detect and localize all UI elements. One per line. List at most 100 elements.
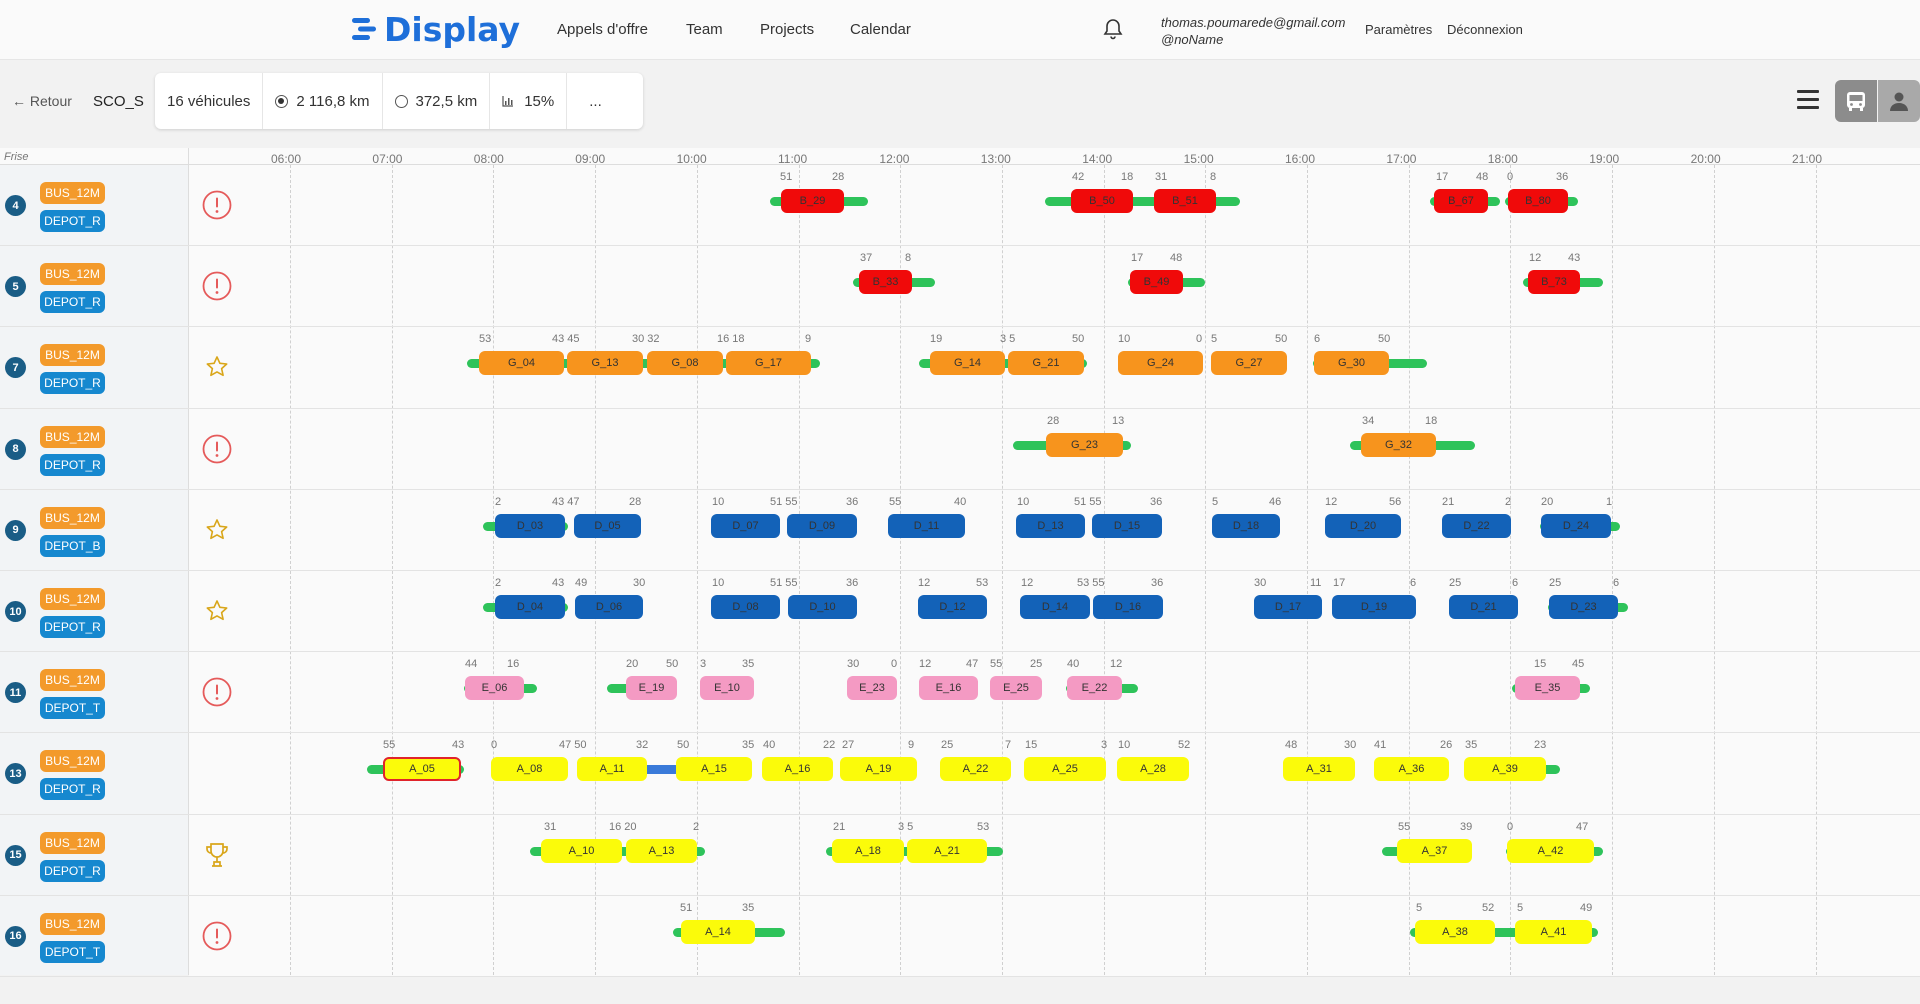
trip-block[interactable]: D_24 [1541, 513, 1611, 538]
alert-icon[interactable] [201, 189, 233, 221]
trip-block[interactable]: A_28 [1117, 757, 1189, 782]
trip-block[interactable]: E_23 [847, 676, 897, 701]
trip-block[interactable]: A_19 [840, 757, 917, 782]
bus-type-tag[interactable]: BUS_12M [40, 344, 105, 367]
depot-tag[interactable]: DEPOT_R [40, 453, 105, 476]
trip-block[interactable]: A_15 [676, 757, 752, 782]
km-total-option[interactable]: 2 116,8 km [263, 73, 383, 129]
trip-block[interactable]: A_22 [940, 757, 1011, 782]
bell-icon[interactable] [1103, 18, 1123, 40]
nav-link-calendar[interactable]: Calendar [850, 21, 911, 38]
alert-icon[interactable] [201, 433, 233, 465]
trip-block[interactable]: G_30 [1314, 351, 1389, 376]
nav-link-projects[interactable]: Projects [760, 21, 814, 38]
percentage-stat[interactable]: 15% [490, 73, 568, 129]
trip-block[interactable]: E_25 [990, 676, 1042, 701]
bus-type-tag[interactable]: BUS_12M [40, 506, 105, 529]
trip-block[interactable]: A_42 [1507, 838, 1594, 863]
trip-block[interactable]: A_13 [626, 838, 697, 863]
back-link[interactable]: ← Retour [12, 93, 72, 109]
trip-block[interactable]: A_05 [383, 757, 461, 782]
alert-icon[interactable] [201, 270, 233, 302]
trip-block[interactable]: A_08 [491, 757, 568, 782]
depot-tag[interactable]: DEPOT_R [40, 616, 105, 638]
trip-block[interactable]: D_16 [1093, 595, 1163, 619]
trip-block[interactable]: D_14 [1020, 595, 1090, 619]
bus-type-tag[interactable]: BUS_12M [40, 669, 105, 692]
trip-block[interactable]: D_03 [495, 513, 565, 538]
trip-block[interactable]: E_06 [465, 676, 524, 701]
trip-block[interactable]: D_05 [574, 513, 641, 538]
trip-block[interactable]: D_18 [1212, 513, 1280, 538]
trip-block[interactable]: B_73 [1528, 270, 1580, 295]
star-icon[interactable] [201, 595, 233, 627]
depot-tag[interactable]: DEPOT_R [40, 210, 105, 232]
bus-view-button[interactable] [1835, 80, 1877, 122]
bus-type-tag[interactable]: BUS_12M [40, 750, 105, 773]
bus-type-tag[interactable]: BUS_12M [40, 912, 105, 935]
trip-block[interactable]: G_14 [930, 351, 1005, 376]
trip-block[interactable]: G_32 [1361, 432, 1436, 457]
trip-block[interactable]: D_19 [1332, 595, 1416, 619]
trip-block[interactable]: D_21 [1449, 595, 1518, 619]
depot-tag[interactable]: DEPOT_T [40, 697, 105, 720]
trip-block[interactable]: A_37 [1397, 838, 1472, 863]
trip-block[interactable]: E_35 [1515, 676, 1580, 701]
depot-tag[interactable]: DEPOT_R [40, 778, 105, 801]
trip-block[interactable]: A_41 [1515, 919, 1592, 944]
trip-block[interactable]: D_23 [1549, 595, 1618, 619]
trip-block[interactable]: B_33 [859, 270, 912, 295]
trip-block[interactable]: D_20 [1325, 513, 1401, 538]
star-icon[interactable] [201, 351, 233, 383]
trip-block[interactable]: A_25 [1024, 757, 1106, 782]
trip-block[interactable]: A_16 [762, 757, 833, 782]
trip-block[interactable]: D_15 [1092, 513, 1162, 538]
trip-block[interactable]: G_08 [647, 351, 723, 376]
trip-block[interactable]: G_21 [1008, 351, 1084, 376]
trip-block[interactable]: A_21 [907, 838, 987, 863]
trip-block[interactable]: B_50 [1071, 189, 1133, 213]
trip-block[interactable]: G_24 [1118, 351, 1203, 376]
trip-block[interactable]: A_31 [1283, 757, 1355, 782]
trip-block[interactable]: A_18 [832, 838, 904, 863]
hamburger-menu-icon[interactable] [1797, 90, 1819, 110]
trip-block[interactable]: D_11 [888, 513, 965, 538]
trip-block[interactable]: D_06 [575, 595, 643, 619]
trip-block[interactable]: D_08 [711, 595, 780, 619]
nav-link-team[interactable]: Team [686, 21, 723, 38]
trip-block[interactable]: D_10 [788, 595, 857, 619]
trophy-icon[interactable] [201, 839, 233, 871]
more-button[interactable]: ... [567, 73, 624, 129]
depot-tag[interactable]: DEPOT_R [40, 372, 105, 395]
depot-tag[interactable]: DEPOT_R [40, 291, 105, 314]
bus-type-tag[interactable]: BUS_12M [40, 182, 105, 204]
trip-block[interactable]: E_22 [1067, 676, 1122, 701]
trip-block[interactable]: B_49 [1130, 270, 1183, 295]
depot-tag[interactable]: DEPOT_T [40, 940, 105, 963]
logout-link[interactable]: Déconnexion [1447, 22, 1523, 37]
trip-block[interactable]: D_09 [787, 513, 857, 538]
depot-tag[interactable]: DEPOT_R [40, 859, 105, 882]
trip-block[interactable]: A_10 [541, 838, 622, 863]
vehicle-count[interactable]: 16 véhicules [155, 73, 264, 129]
trip-block[interactable]: D_04 [495, 595, 565, 619]
trip-block[interactable]: G_13 [567, 351, 643, 376]
nav-link-appels[interactable]: Appels d'offre [557, 21, 648, 38]
trip-block[interactable]: E_10 [700, 676, 754, 701]
depot-tag[interactable]: DEPOT_B [40, 534, 105, 557]
alert-icon[interactable] [201, 920, 233, 952]
trip-block[interactable]: G_23 [1046, 432, 1123, 457]
trip-block[interactable]: A_11 [577, 757, 647, 782]
trip-block[interactable]: D_17 [1254, 595, 1322, 619]
trip-block[interactable]: D_22 [1442, 513, 1511, 538]
trip-block[interactable]: B_80 [1508, 189, 1568, 213]
trip-block[interactable]: A_39 [1464, 757, 1546, 782]
bus-type-tag[interactable]: BUS_12M [40, 831, 105, 854]
alert-icon[interactable] [201, 676, 233, 708]
km-empty-option[interactable]: 372,5 km [383, 73, 491, 129]
trip-block[interactable]: B_51 [1154, 189, 1216, 213]
trip-block[interactable]: E_16 [919, 676, 978, 701]
trip-block[interactable]: G_04 [479, 351, 564, 376]
trip-block[interactable]: B_67 [1434, 189, 1488, 213]
settings-link[interactable]: Paramètres [1365, 22, 1432, 37]
